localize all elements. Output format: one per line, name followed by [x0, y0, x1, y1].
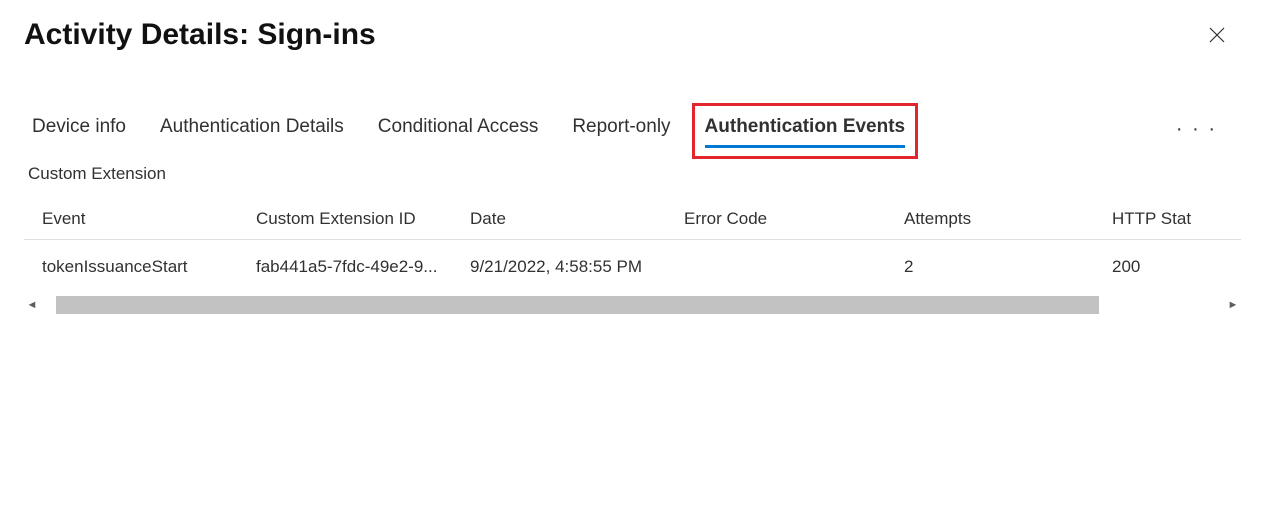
tab-authentication-events[interactable]: Authentication Events: [705, 112, 906, 146]
tab-authentication-details[interactable]: Authentication Details: [160, 112, 344, 146]
page-title: Activity Details: Sign-ins: [24, 18, 376, 52]
section-title: Custom Extension: [24, 164, 1241, 184]
scroll-right-arrow-icon[interactable]: ►: [1225, 296, 1241, 314]
column-header-http-stat[interactable]: HTTP Stat: [1112, 209, 1223, 229]
cell-attempts: 2: [904, 257, 1112, 277]
tabs-row: Device info Authentication Details Condi…: [24, 112, 1241, 146]
scrollbar-track[interactable]: [40, 296, 1225, 314]
cell-date: 9/21/2022, 4:58:55 PM: [470, 257, 684, 277]
overflow-menu-button[interactable]: · · ·: [1170, 114, 1223, 145]
scrollbar-thumb[interactable]: [56, 296, 1099, 314]
scroll-left-arrow-icon[interactable]: ◄: [24, 296, 40, 314]
cell-event: tokenIssuanceStart: [42, 257, 256, 277]
close-icon: [1208, 26, 1226, 44]
column-header-date[interactable]: Date: [470, 209, 684, 229]
column-header-extension-id[interactable]: Custom Extension ID: [256, 209, 470, 229]
horizontal-scrollbar[interactable]: ◄ ►: [24, 296, 1241, 314]
tab-highlight-box: Authentication Events: [692, 103, 919, 159]
column-header-event[interactable]: Event: [42, 209, 256, 229]
tab-device-info[interactable]: Device info: [32, 112, 126, 146]
table-header: Event Custom Extension ID Date Error Cod…: [24, 198, 1241, 240]
column-header-attempts[interactable]: Attempts: [904, 209, 1112, 229]
cell-extension-id: fab441a5-7fdc-49e2-9...: [256, 257, 470, 277]
cell-http-stat: 200: [1112, 257, 1223, 277]
table-row[interactable]: tokenIssuanceStart fab441a5-7fdc-49e2-9.…: [24, 240, 1241, 294]
tab-report-only[interactable]: Report-only: [572, 112, 670, 146]
ellipsis-icon: · · ·: [1176, 118, 1217, 140]
column-header-error-code[interactable]: Error Code: [684, 209, 904, 229]
close-button[interactable]: [1201, 19, 1233, 51]
events-table: Event Custom Extension ID Date Error Cod…: [24, 198, 1241, 314]
tab-conditional-access[interactable]: Conditional Access: [378, 112, 539, 146]
